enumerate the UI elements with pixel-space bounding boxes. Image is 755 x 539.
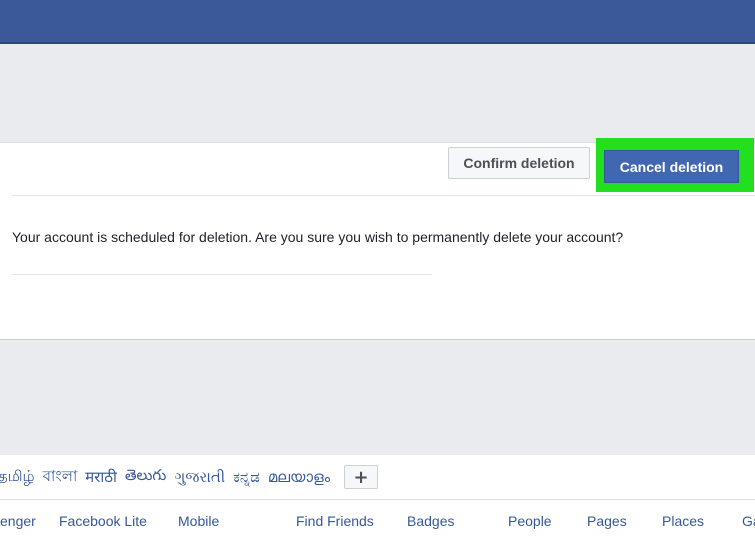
language-link-marathi[interactable]: मराठी <box>85 467 117 487</box>
dialog-divider-top <box>12 195 755 196</box>
language-link-kannada[interactable]: ಕನ್ನಡ <box>233 468 260 486</box>
language-link-bengali[interactable]: বাংলা <box>43 465 78 490</box>
top-navigation-bar <box>0 0 755 44</box>
footer-divider <box>0 499 755 500</box>
language-link-gujarati[interactable]: ગુજરાતી <box>174 468 225 486</box>
footer-link-find-friends[interactable]: Find Friends <box>296 513 374 529</box>
footer-link-games[interactable]: Ga <box>742 513 755 529</box>
footer-link-badges[interactable]: Badges <box>407 513 454 529</box>
cancel-deletion-button[interactable]: Cancel deletion <box>604 150 739 183</box>
language-link-malayalam[interactable]: മലയാളം <box>268 468 330 486</box>
language-list: தமிழ் বাংলা मराठी తెలుగు ગુજરાતી ಕನ್ನಡ മ… <box>0 464 378 490</box>
language-link-telugu[interactable]: తెలుగు <box>125 466 166 488</box>
confirm-deletion-button[interactable]: Confirm deletion <box>448 147 590 179</box>
footer-link-places[interactable]: Places <box>662 513 704 529</box>
language-link-tamil[interactable]: தமிழ் <box>0 467 35 487</box>
footer-link-pages[interactable]: Pages <box>587 513 627 529</box>
add-language-button[interactable]: + <box>343 465 378 489</box>
footer-link-people[interactable]: People <box>508 513 552 529</box>
dialog-divider-bottom <box>12 274 432 275</box>
page-footer: தமிழ் বাংলা मराठी తెలుగు ગુજરાતી ಕನ್ನಡ മ… <box>0 455 755 539</box>
footer-link-facebook-lite[interactable]: Facebook Lite <box>59 513 147 529</box>
deletion-message: Your account is scheduled for deletion. … <box>12 229 624 245</box>
footer-link-messenger[interactable]: enger <box>0 513 36 529</box>
footer-link-mobile[interactable]: Mobile <box>178 513 219 529</box>
